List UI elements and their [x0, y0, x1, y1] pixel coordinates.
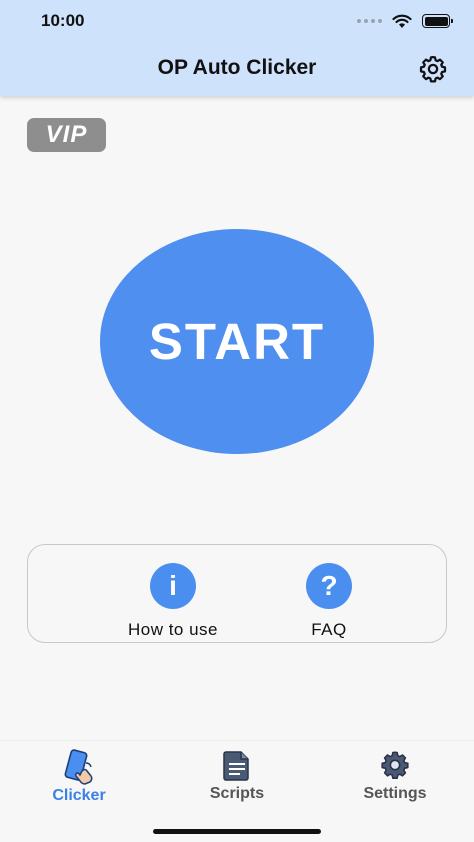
gear-icon — [419, 56, 447, 83]
battery-fill — [424, 16, 448, 26]
wifi-icon — [392, 14, 412, 28]
question-icon: ? — [306, 563, 352, 609]
faq-button[interactable]: ? FAQ — [264, 563, 394, 640]
status-time: 10:00 — [41, 11, 85, 30]
home-indicator[interactable] — [153, 829, 321, 834]
start-button[interactable]: START — [100, 229, 374, 454]
gear-icon — [381, 751, 409, 779]
help-card: i How to use ? FAQ — [27, 544, 447, 643]
tab-settings-label: Settings — [363, 785, 427, 802]
battery-icon — [422, 14, 453, 28]
how-to-use-button[interactable]: i How to use — [108, 563, 238, 640]
settings-button[interactable] — [416, 52, 450, 86]
tab-settings[interactable]: Settings — [335, 749, 455, 803]
tab-bar: Clicker Scripts Settings — [0, 740, 474, 842]
phone-tap-icon — [64, 749, 93, 785]
app-header: 10:00 OP Auto Clicker — [0, 0, 474, 96]
document-icon — [223, 751, 249, 781]
tab-scripts[interactable]: Scripts — [177, 749, 297, 803]
vip-badge[interactable]: VIP — [27, 118, 106, 152]
info-icon: i — [150, 563, 196, 609]
tab-clicker[interactable]: Clicker — [19, 749, 139, 805]
tab-scripts-label: Scripts — [209, 785, 265, 802]
faq-label: FAQ — [311, 620, 347, 639]
app-title: OP Auto Clicker — [157, 56, 317, 79]
tab-clicker-label: Clicker — [52, 787, 106, 804]
how-to-use-label: How to use — [127, 620, 219, 639]
cellular-signal-icon — [357, 19, 382, 23]
status-icons — [357, 12, 453, 30]
